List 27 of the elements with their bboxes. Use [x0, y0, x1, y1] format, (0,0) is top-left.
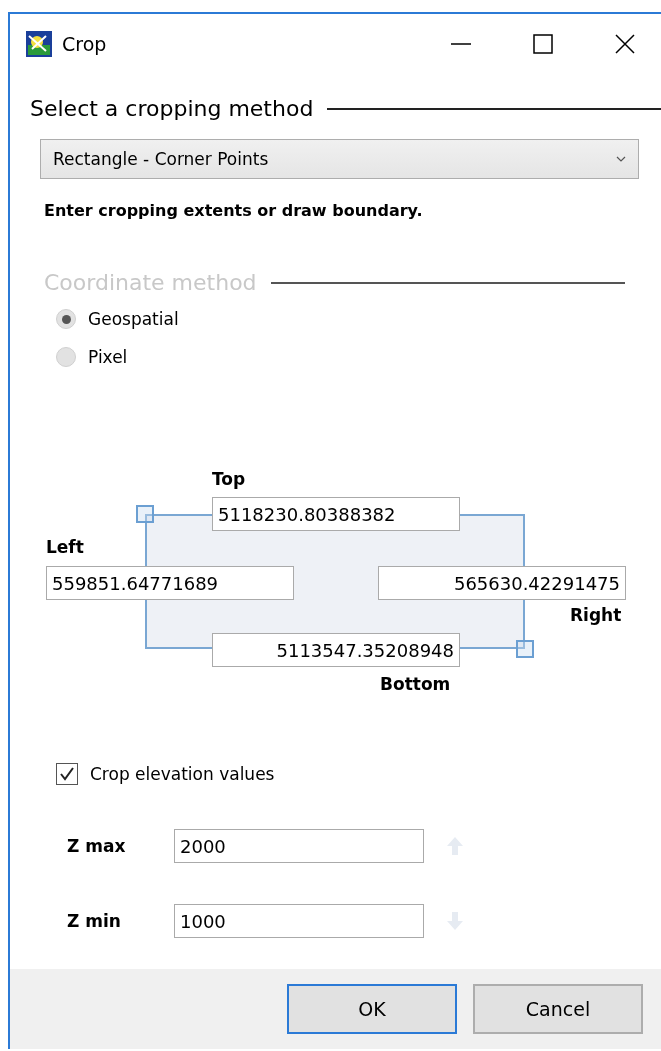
field-label: Left — [46, 537, 84, 557]
cancel-button[interactable]: Cancel — [473, 984, 643, 1034]
value-field[interactable]: 2000 — [174, 829, 424, 863]
field-label: Z min — [67, 911, 122, 931]
field-label: Top — [212, 469, 246, 489]
left-field[interactable]: 559851.64771689 — [46, 566, 294, 600]
minimize-icon — [450, 43, 472, 45]
value-field[interactable]: 1000 — [174, 904, 424, 938]
field-label: Right — [570, 605, 622, 625]
right-field[interactable]: 565630.42291475 — [378, 566, 626, 600]
app-icon — [26, 31, 52, 57]
corner-handle[interactable] — [136, 505, 154, 523]
field-label: Bottom — [380, 674, 451, 694]
chevron-down-icon — [616, 156, 626, 162]
checkmark-icon — [59, 766, 75, 782]
field-label: Z max — [67, 836, 127, 856]
top-field[interactable]: 5118230.80388382 — [212, 497, 460, 531]
bottom-field[interactable]: 5113547.35208948 — [212, 633, 460, 667]
maximize-icon — [532, 33, 554, 55]
elevation-checkbox[interactable]: Crop elevation values — [56, 763, 275, 785]
corner-handle[interactable] — [516, 640, 534, 658]
ok-button[interactable]: OK — [287, 984, 457, 1034]
window-title: Crop — [62, 33, 108, 55]
instruction-text: Enter cropping extents or draw boundary. — [44, 201, 424, 220]
section-heading: Select a cropping method — [30, 96, 314, 121]
close-icon — [614, 33, 636, 55]
method-dropdown[interactable]: Rectangle - Corner Points — [40, 139, 639, 179]
